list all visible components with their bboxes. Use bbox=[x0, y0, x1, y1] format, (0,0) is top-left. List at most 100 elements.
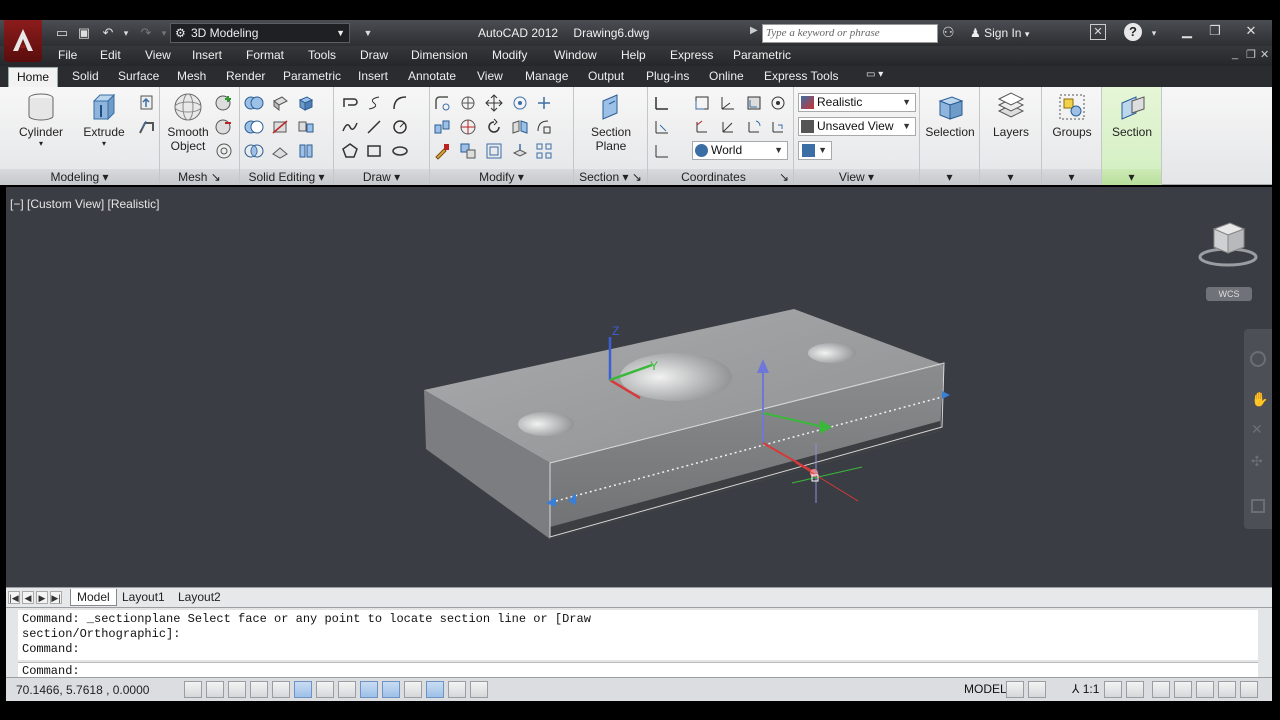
new-file-icon[interactable]: ▭ bbox=[54, 25, 70, 41]
undo-dropdown-icon[interactable]: ▾ bbox=[118, 25, 134, 41]
quick-view-drawings-button[interactable] bbox=[1028, 681, 1046, 698]
panel-title-section-contextual[interactable]: ▾ bbox=[1102, 169, 1161, 185]
mesh-refine-icon[interactable] bbox=[214, 141, 234, 161]
selection-button[interactable]: Selection bbox=[924, 91, 976, 139]
lock-icon[interactable] bbox=[1174, 681, 1192, 698]
annotation-visibility-toggle[interactable] bbox=[1104, 681, 1122, 698]
restore-icon[interactable]: ❐ bbox=[1202, 22, 1228, 40]
panel-title-draw[interactable]: Draw ▾ bbox=[334, 169, 429, 185]
dynamic-ucs-toggle[interactable] bbox=[360, 681, 378, 698]
align-icon[interactable] bbox=[458, 141, 478, 161]
search-expand-icon[interactable]: ▶ bbox=[750, 25, 758, 36]
steering-wheel-icon[interactable] bbox=[1250, 351, 1266, 367]
ucs-rotate-icon[interactable] bbox=[744, 117, 764, 137]
tab-manage[interactable]: Manage bbox=[525, 69, 568, 83]
ucs-object-icon[interactable] bbox=[692, 93, 712, 113]
help-icon[interactable]: ? bbox=[1124, 23, 1142, 41]
smooth-object-button[interactable]: Smooth Object bbox=[164, 91, 212, 153]
tab-parametric[interactable]: Parametric bbox=[283, 69, 341, 83]
spline-icon[interactable] bbox=[340, 117, 360, 137]
drawing-viewport[interactable]: [−] [Custom View] [Realistic] Z Y WCS ✋ … bbox=[6, 187, 1272, 587]
ortho-mode-toggle[interactable] bbox=[250, 681, 268, 698]
ucs-named-icon[interactable] bbox=[652, 141, 672, 161]
ribbon-minimize-icon[interactable]: ▭ ▾ bbox=[866, 69, 883, 80]
panel-title-layers[interactable]: ▾ bbox=[980, 169, 1041, 185]
polygon-icon[interactable] bbox=[340, 141, 360, 161]
quick-properties-toggle[interactable] bbox=[448, 681, 466, 698]
snap-mode-toggle[interactable] bbox=[206, 681, 224, 698]
tab-output[interactable]: Output bbox=[588, 69, 624, 83]
menu-draw[interactable]: Draw bbox=[360, 48, 388, 62]
auto-scale-toggle[interactable] bbox=[1126, 681, 1144, 698]
ucs-previous-icon[interactable] bbox=[768, 117, 788, 137]
ucs-z-axis-icon[interactable] bbox=[718, 117, 738, 137]
solid-edit-box-icon[interactable] bbox=[296, 93, 316, 113]
panel-title-modeling[interactable]: Modeling ▾ bbox=[0, 169, 159, 185]
helix-icon[interactable] bbox=[364, 93, 384, 113]
slice-icon[interactable] bbox=[270, 117, 290, 137]
coordinates-readout[interactable]: 70.1466, 5.7618 , 0.0000 bbox=[16, 683, 149, 697]
3d-mirror-icon[interactable] bbox=[510, 117, 530, 137]
section-plane-button[interactable]: Section Plane bbox=[584, 91, 638, 153]
model-space-button[interactable]: MODEL bbox=[964, 682, 1007, 696]
tab-plug-ins[interactable]: Plug-ins bbox=[646, 69, 689, 83]
visual-style-select[interactable]: Realistic ▼ bbox=[798, 93, 916, 112]
menu-file[interactable]: File bbox=[58, 48, 77, 62]
exchange-icon[interactable]: ✕ bbox=[1090, 24, 1106, 40]
menu-dimension[interactable]: Dimension bbox=[411, 48, 468, 62]
previous-layout-icon[interactable]: ◀ bbox=[22, 591, 34, 604]
infer-constraints-toggle[interactable] bbox=[184, 681, 202, 698]
minimize-icon[interactable]: ▁ bbox=[1174, 22, 1200, 40]
arc-icon[interactable] bbox=[390, 93, 410, 113]
command-input[interactable]: Command: bbox=[18, 662, 1258, 678]
viewcube[interactable] bbox=[1194, 215, 1258, 275]
rotate-icon[interactable] bbox=[484, 117, 504, 137]
tab-surface[interactable]: Surface bbox=[118, 69, 159, 83]
section-button[interactable]: Section bbox=[1106, 91, 1158, 139]
menu-express[interactable]: Express bbox=[670, 48, 713, 62]
ucs-view-icon[interactable] bbox=[768, 93, 788, 113]
move-icon[interactable] bbox=[484, 93, 504, 113]
menu-help[interactable]: Help bbox=[621, 48, 646, 62]
offset-icon[interactable] bbox=[484, 141, 504, 161]
zoom-icon[interactable]: ✕ bbox=[1251, 421, 1263, 438]
tab-online[interactable]: Online bbox=[709, 69, 744, 83]
tab-insert[interactable]: Insert bbox=[358, 69, 388, 83]
thicken-icon[interactable] bbox=[270, 141, 290, 161]
cylinder-button[interactable]: Cylinder ▾ bbox=[14, 91, 68, 148]
polysolid-icon[interactable] bbox=[137, 117, 157, 137]
line-icon[interactable] bbox=[364, 117, 384, 137]
tab-solid[interactable]: Solid bbox=[72, 69, 99, 83]
presspull-icon[interactable] bbox=[137, 93, 157, 113]
intersect-icon[interactable] bbox=[244, 141, 264, 161]
extract-edges-icon[interactable] bbox=[270, 93, 290, 113]
last-layout-icon[interactable]: ▶| bbox=[50, 591, 62, 604]
separate-icon[interactable] bbox=[296, 117, 316, 137]
3d-array-icon[interactable] bbox=[432, 117, 452, 137]
menu-parametric[interactable]: Parametric bbox=[733, 48, 791, 62]
ellipse-icon[interactable] bbox=[390, 141, 410, 161]
hardware-acceleration-button[interactable] bbox=[1196, 681, 1214, 698]
panel-title-groups[interactable]: ▾ bbox=[1042, 169, 1101, 185]
menu-format[interactable]: Format bbox=[246, 48, 284, 62]
match-properties-icon[interactable] bbox=[432, 141, 452, 161]
named-view-select[interactable]: Unsaved View ▼ bbox=[798, 117, 916, 136]
next-layout-icon[interactable]: ▶ bbox=[36, 591, 48, 604]
gizmo-rotate-icon[interactable] bbox=[510, 93, 530, 113]
workspace-select[interactable]: ⚙ 3D Modeling ▼ bbox=[170, 23, 350, 43]
binoculars-icon[interactable]: ⚇ bbox=[942, 24, 960, 42]
menu-insert[interactable]: Insert bbox=[192, 48, 222, 62]
tab-view[interactable]: View bbox=[477, 69, 503, 83]
pan-hand-icon[interactable]: ✋ bbox=[1251, 391, 1268, 408]
3d-object-snap-toggle[interactable] bbox=[316, 681, 334, 698]
panel-title-coordinates[interactable]: Coordinates ↘ bbox=[648, 169, 793, 185]
polar-tracking-toggle[interactable] bbox=[272, 681, 290, 698]
menu-edit[interactable]: Edit bbox=[100, 48, 121, 62]
union-icon[interactable] bbox=[244, 93, 264, 113]
orbit-icon[interactable]: ✣ bbox=[1251, 453, 1263, 470]
search-input[interactable]: Type a keyword or phrase bbox=[762, 24, 938, 43]
menu-window[interactable]: Window bbox=[554, 48, 597, 62]
panel-title-section[interactable]: Section ▾ ↘ bbox=[574, 169, 647, 185]
wcs-badge[interactable]: WCS bbox=[1206, 287, 1252, 301]
mesh-add-icon[interactable] bbox=[214, 93, 234, 113]
